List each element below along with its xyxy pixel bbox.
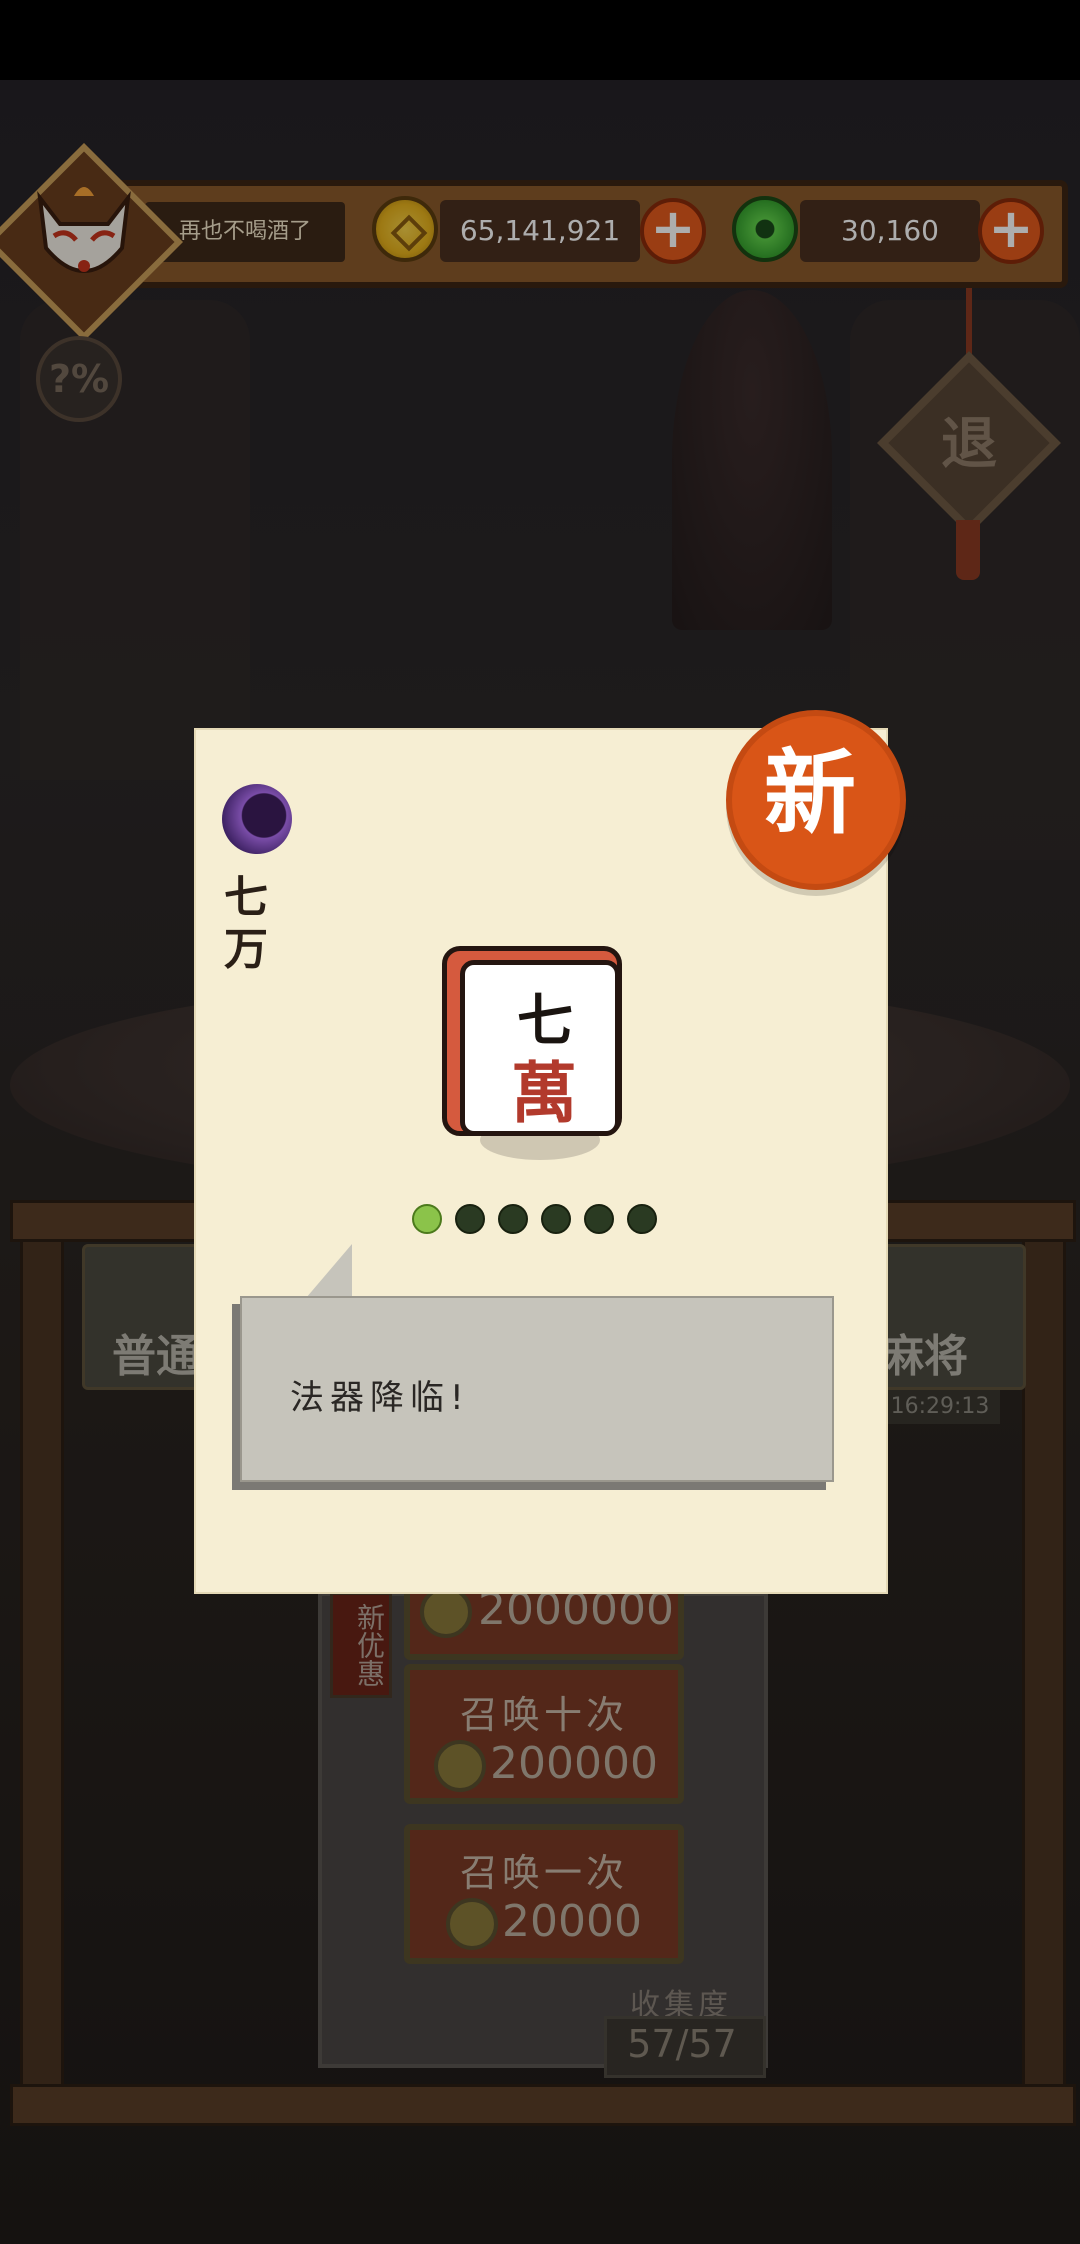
- level-dot: [541, 1204, 571, 1234]
- speech-bubble-text: 法器降临!: [290, 1378, 470, 1418]
- tile-name: 七万: [224, 872, 268, 975]
- tile-suit-char: 萬: [511, 1055, 577, 1132]
- speech-bubble-tail: [306, 1244, 352, 1298]
- moon-rarity-icon: [222, 784, 292, 854]
- level-dot: [498, 1204, 528, 1234]
- new-badge-label: 新: [763, 740, 856, 847]
- level-dot: [584, 1204, 614, 1234]
- level-dot: [412, 1204, 442, 1234]
- level-indicator: [412, 1204, 672, 1236]
- status-bar: [0, 0, 1080, 80]
- level-dot: [455, 1204, 485, 1234]
- level-dot: [627, 1204, 657, 1234]
